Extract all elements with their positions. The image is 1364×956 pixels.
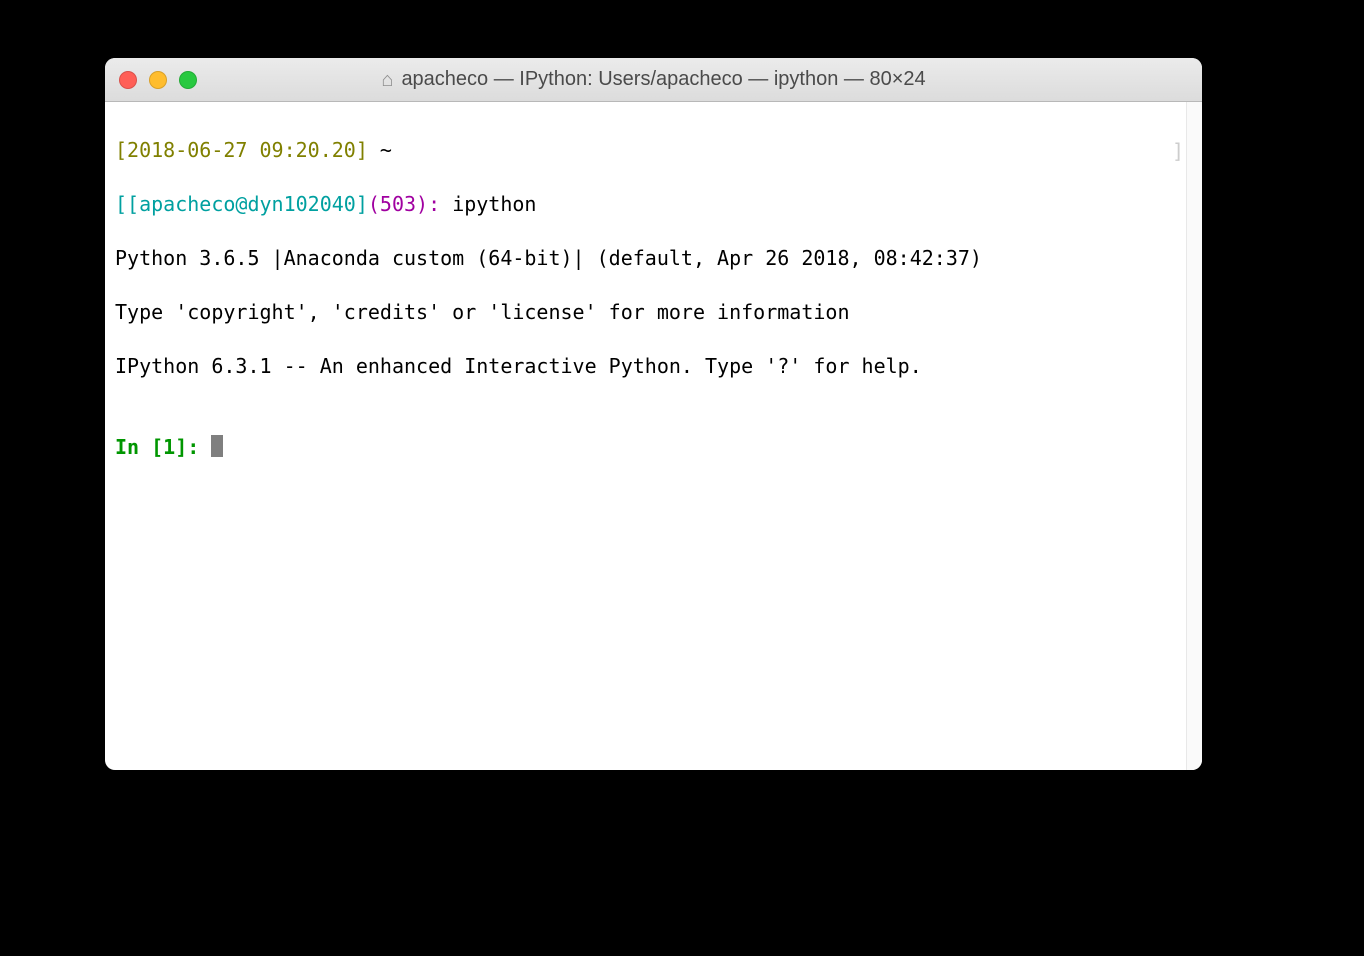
home-icon: ⌂ — [381, 70, 393, 90]
prompt-timestamp: [2018-06-27 09:20.20] — [115, 138, 368, 162]
python-banner-line-1: Python 3.6.5 |Anaconda custom (64-bit)| … — [115, 245, 1192, 272]
terminal-window: ⌂ apacheco — IPython: Users/apacheco — i… — [105, 58, 1202, 770]
ipython-in-prefix: In [ — [115, 435, 163, 459]
prompt-cwd: ~ — [380, 138, 392, 162]
zoom-window-button[interactable] — [179, 71, 197, 89]
ipython-in-suffix: ]: — [175, 435, 211, 459]
python-banner-line-2: Type 'copyright', 'credits' or 'license'… — [115, 299, 1192, 326]
window-controls — [119, 71, 197, 89]
prompt-colon: : — [428, 192, 452, 216]
python-banner-line-3: IPython 6.3.1 -- An enhanced Interactive… — [115, 353, 1192, 380]
prompt-command: ipython — [452, 192, 536, 216]
minimize-window-button[interactable] — [149, 71, 167, 89]
vertical-scrollbar[interactable] — [1186, 102, 1202, 770]
close-window-button[interactable] — [119, 71, 137, 89]
ipython-in-number: 1 — [163, 435, 175, 459]
stray-bracket: ] — [1172, 138, 1184, 165]
prompt-seq: (503) — [368, 192, 428, 216]
text-cursor — [211, 435, 223, 457]
terminal-content[interactable]: [2018-06-27 09:20.20] ~ [[apacheco@dyn10… — [105, 102, 1202, 770]
window-title-text: apacheco — IPython: Users/apacheco — ipy… — [401, 68, 925, 91]
window-title: ⌂ apacheco — IPython: Users/apacheco — i… — [105, 68, 1202, 91]
prompt-open-bracket: [ — [115, 192, 127, 216]
prompt-user-host: [apacheco@dyn102040] — [127, 192, 368, 216]
window-titlebar[interactable]: ⌂ apacheco — IPython: Users/apacheco — i… — [105, 58, 1202, 102]
